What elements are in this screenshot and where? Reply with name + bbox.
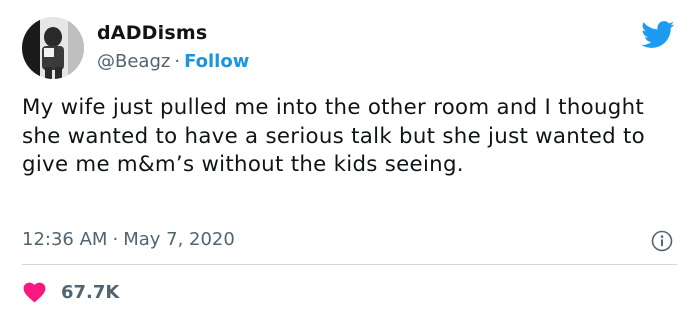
tweet-card: dADDisms @Beagz · Follow My wife just pull… [0, 0, 700, 319]
avatar-image [22, 17, 84, 79]
like-count: 67.7K [61, 281, 120, 303]
divider [22, 264, 677, 265]
handle-separator: · [174, 51, 181, 72]
twitter-bird-icon[interactable] [641, 21, 675, 49]
author-handle-line: @Beagz · Follow [97, 51, 249, 72]
avatar[interactable] [22, 17, 84, 79]
timestamp-separator: · [112, 229, 119, 250]
tweet-timestamp[interactable]: 12:36 AM · May 7, 2020 [22, 229, 235, 250]
follow-button[interactable]: Follow [184, 51, 249, 72]
tweet-date: May 7, 2020 [123, 229, 235, 250]
like-action[interactable]: 67.7K [22, 281, 119, 303]
info-icon[interactable] [651, 230, 673, 252]
tweet-time: 12:36 AM [22, 229, 108, 250]
heart-icon[interactable] [22, 281, 47, 303]
author-handle[interactable]: @Beagz [97, 51, 170, 72]
author-display-name[interactable]: dADDisms [97, 22, 207, 44]
tweet-text: My wife just pulled me into the other ro… [22, 95, 645, 177]
